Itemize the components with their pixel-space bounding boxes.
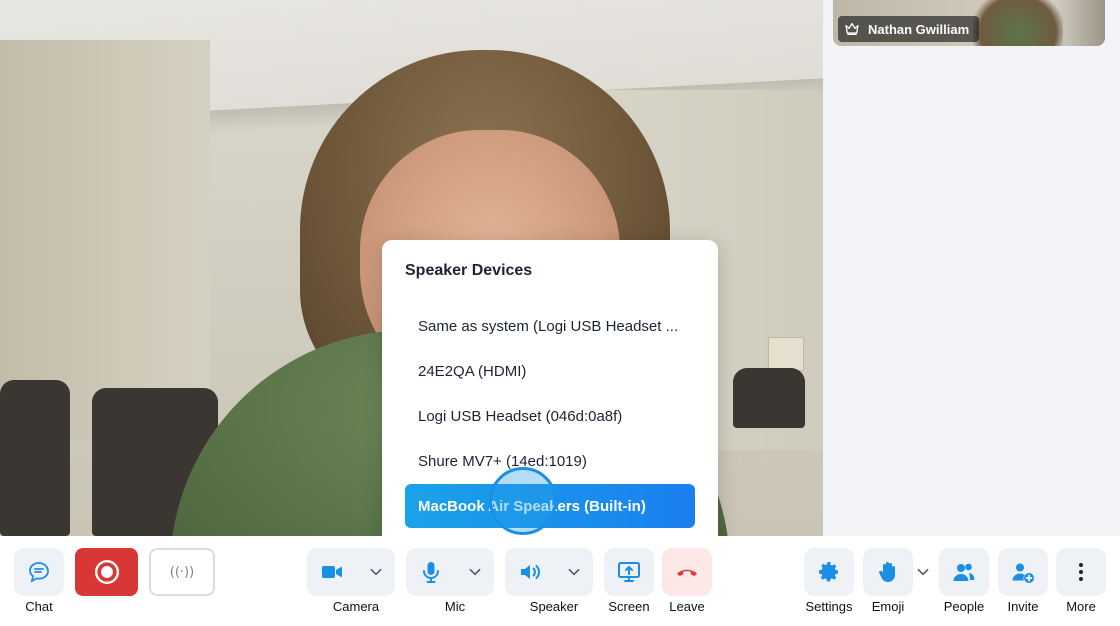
participant-name: Nathan Gwilliam xyxy=(868,21,970,37)
chevron-down-icon xyxy=(917,568,929,576)
speaker-device-option[interactable]: 24E2QA (HDMI) xyxy=(405,349,695,393)
record-icon xyxy=(94,559,119,585)
leave-label: Leave xyxy=(669,599,705,614)
emoji-label: Emoji xyxy=(871,599,905,614)
gear-icon xyxy=(819,562,838,582)
participant-name-tag: Nathan Gwilliam xyxy=(838,16,980,42)
hang-up-icon xyxy=(677,569,697,577)
chat-label: Chat xyxy=(25,599,53,614)
mic-button[interactable] xyxy=(406,548,456,596)
invite-button[interactable] xyxy=(998,548,1048,596)
speaker-devices-menu: Speaker Devices Same as system (Logi USB… xyxy=(382,240,718,546)
chevron-down-icon xyxy=(370,568,382,576)
chat-button[interactable] xyxy=(14,548,64,596)
camera-label: Camera xyxy=(332,599,380,614)
participants-panel xyxy=(823,0,1120,536)
add-user-icon xyxy=(1012,563,1034,583)
more-label: More xyxy=(1066,599,1096,614)
crown-icon xyxy=(845,23,859,35)
more-vertical-icon xyxy=(1079,563,1083,581)
speaker-icon xyxy=(521,565,540,579)
video-outlet xyxy=(768,337,804,371)
screen-share-icon xyxy=(618,562,640,582)
emoji-options-button[interactable] xyxy=(912,548,934,596)
video-chair xyxy=(733,368,805,428)
menu-title: Speaker Devices xyxy=(405,262,533,279)
screen-share-button[interactable] xyxy=(604,548,654,596)
settings-button[interactable] xyxy=(804,548,854,596)
video-chair xyxy=(0,380,70,536)
speaker-label: Speaker xyxy=(529,599,579,614)
chevron-down-icon xyxy=(469,568,481,576)
speaker-button[interactable] xyxy=(505,548,555,596)
speaker-device-option[interactable]: Logi USB Headset (046d:0a8f) xyxy=(405,394,695,438)
broadcast-icon: ((·)) xyxy=(169,564,195,580)
speaker-device-option-selected[interactable]: MacBook Air Speakers (Built-in) xyxy=(405,484,695,528)
camera-options-button[interactable] xyxy=(357,548,395,596)
more-button[interactable] xyxy=(1056,548,1106,596)
chat-icon xyxy=(29,562,49,583)
meeting-window: Nathan Gwilliam Speaker Devices Same as … xyxy=(0,0,1120,626)
chevron-down-icon xyxy=(568,568,580,576)
thumbnail-person xyxy=(973,0,1063,46)
meeting-toolbar: Chat ((·)) Camera Mic Speaker Screen Lea… xyxy=(0,536,1120,626)
video-camera-icon xyxy=(322,566,342,578)
speaker-device-option[interactable]: Same as system (Logi USB Headset ... xyxy=(405,304,695,348)
people-button[interactable] xyxy=(939,548,989,596)
mic-label: Mic xyxy=(444,599,466,614)
leave-button[interactable] xyxy=(662,548,712,596)
record-button[interactable] xyxy=(75,548,138,596)
speaker-options-button[interactable] xyxy=(555,548,593,596)
raised-hand-icon xyxy=(879,562,895,582)
emoji-button[interactable] xyxy=(863,548,913,596)
microphone-icon xyxy=(423,562,439,583)
people-icon xyxy=(953,563,975,581)
camera-button[interactable] xyxy=(307,548,357,596)
mic-options-button[interactable] xyxy=(456,548,494,596)
speaker-device-option[interactable]: Shure MV7+ (14ed:1019) xyxy=(405,439,695,483)
broadcast-button[interactable]: ((·)) xyxy=(149,548,215,596)
